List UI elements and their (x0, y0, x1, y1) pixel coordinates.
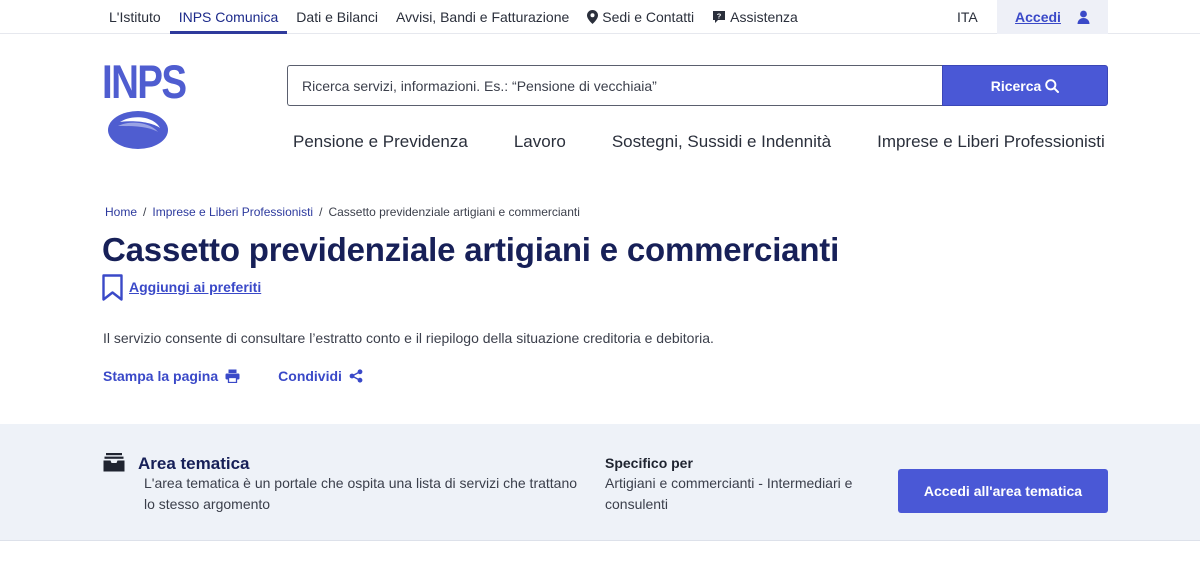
service-description: Il servizio consente di consultare l’est… (103, 330, 714, 346)
logo-ring-icon (108, 111, 168, 149)
topnav-item-label: Dati e Bilanci (296, 9, 378, 25)
add-favorite-label: Aggiungi ai preferiti (129, 279, 262, 295)
search-input[interactable] (287, 65, 942, 106)
area-tematica-title: Area tematica (138, 454, 250, 473)
breadcrumb-current: Cassetto previdenziale artigiani e comme… (328, 205, 580, 219)
inps-logo[interactable]: INPS (102, 55, 187, 152)
language-selector[interactable]: ITA (957, 0, 978, 34)
share-button[interactable]: Condividi (278, 368, 363, 384)
user-icon (1077, 10, 1090, 24)
mainnav-item-pensione[interactable]: Pensione e Previdenza (293, 132, 468, 152)
language-label: ITA (957, 9, 978, 25)
search-button[interactable]: Ricerca (942, 65, 1108, 106)
print-page-button[interactable]: Stampa la pagina (103, 368, 240, 384)
breadcrumb: Home / Imprese e Liberi Professionisti /… (105, 205, 580, 219)
top-navigation: L'Istituto INPS Comunica Dati e Bilanci … (100, 0, 807, 34)
mainnav-item-sostegni[interactable]: Sostegni, Sussidi e Indennità (612, 132, 831, 152)
mainnav-item-lavoro[interactable]: Lavoro (514, 132, 566, 152)
specific-for-title: Specifico per (605, 455, 693, 471)
bookmark-icon (102, 274, 123, 301)
share-label: Condividi (278, 368, 342, 384)
print-page-label: Stampa la pagina (103, 368, 219, 384)
login-label: Accedi (1015, 9, 1061, 25)
topnav-item-istituto[interactable]: L'Istituto (100, 0, 170, 34)
printer-icon (225, 369, 240, 383)
page-title: Cassetto previdenziale artigiani e comme… (102, 231, 840, 268)
topnav-item-dati-bilanci[interactable]: Dati e Bilanci (287, 0, 387, 34)
main-navigation: Pensione e Previdenza Lavoro Sostegni, S… (293, 132, 1105, 152)
search-button-label: Ricerca (990, 77, 1042, 94)
share-icon (349, 369, 363, 383)
topnav-item-label: Sedi e Contatti (602, 9, 695, 25)
area-tematica-description: L'area tematica è un portale che ospita … (144, 475, 578, 512)
topnav-item-label: Assistenza (730, 9, 798, 25)
svg-text:?: ? (717, 12, 722, 21)
chat-help-icon: ? (713, 11, 726, 23)
page-actions: Stampa la pagina Condividi (103, 368, 363, 384)
search-icon (1045, 78, 1060, 93)
topnav-item-label: INPS Comunica (178, 9, 279, 25)
map-pin-icon (587, 10, 599, 24)
topnav-item-avvisi-bandi[interactable]: Avvisi, Bandi e Fatturazione (387, 0, 578, 34)
access-area-button[interactable]: Accedi all'area tematica (898, 469, 1108, 513)
specific-for-value: Artigiani e commercianti - Intermediari … (605, 475, 853, 512)
breadcrumb-separator: / (319, 205, 323, 219)
breadcrumb-home-link[interactable]: Home (105, 205, 137, 219)
breadcrumb-separator: / (143, 205, 147, 219)
login-button[interactable]: Accedi (997, 0, 1108, 34)
topnav-item-inps-comunica[interactable]: INPS Comunica (169, 0, 288, 34)
inbox-tray-icon (103, 453, 125, 472)
mainnav-item-imprese[interactable]: Imprese e Liberi Professionisti (877, 132, 1105, 152)
topnav-item-sedi-contatti[interactable]: Sedi e Contatti (578, 0, 703, 34)
breadcrumb-imprese-link[interactable]: Imprese e Liberi Professionisti (152, 205, 313, 219)
topnav-item-assistenza[interactable]: ? Assistenza (703, 0, 807, 34)
add-favorite-button[interactable]: Aggiungi ai preferiti (102, 274, 261, 301)
topnav-item-label: L'Istituto (109, 9, 161, 25)
logo-text: INPS (102, 55, 187, 108)
access-area-label: Accedi all'area tematica (923, 483, 1083, 499)
topnav-item-label: Avvisi, Bandi e Fatturazione (396, 9, 570, 25)
top-utility-bar: L'Istituto INPS Comunica Dati e Bilanci … (0, 0, 1200, 34)
search-bar: Ricerca (287, 65, 1108, 106)
